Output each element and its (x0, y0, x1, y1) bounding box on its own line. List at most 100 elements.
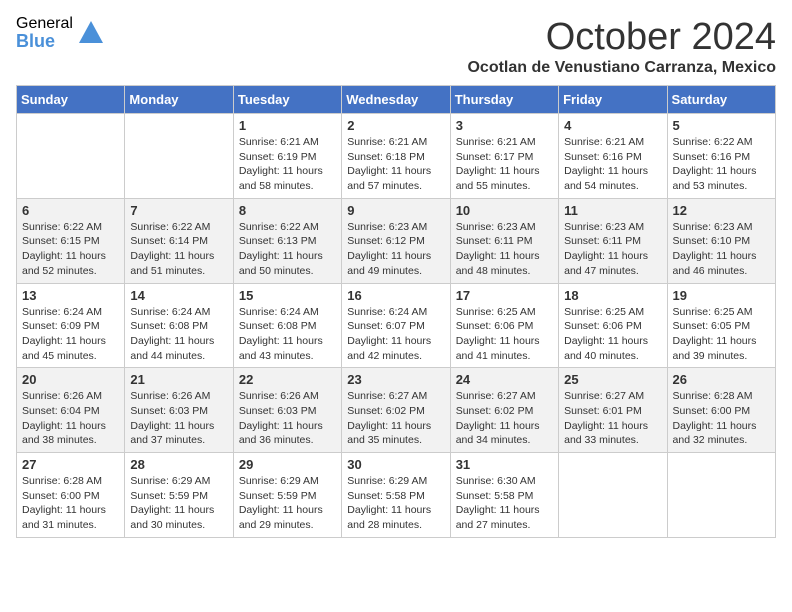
day-number: 11 (564, 203, 661, 218)
calendar-cell (667, 453, 775, 538)
day-info: Sunrise: 6:29 AM Sunset: 5:59 PM Dayligh… (130, 474, 227, 533)
day-info: Sunrise: 6:25 AM Sunset: 6:06 PM Dayligh… (564, 305, 661, 364)
calendar-cell: 16 Sunrise: 6:24 AM Sunset: 6:07 PM Dayli… (342, 283, 450, 368)
calendar-cell: 6Sunrise: 6:22 AM Sunset: 6:15 PM Daylig… (17, 198, 125, 283)
day-info: Sunrise: 6:21 AM Sunset: 6:19 PM Dayligh… (239, 135, 336, 194)
calendar-cell: 12 Sunrise: 6:23 AM Sunset: 6:10 PM Dayli… (667, 198, 775, 283)
calendar-cell: 14 Sunrise: 6:24 AM Sunset: 6:08 PM Dayli… (125, 283, 233, 368)
calendar-cell: 25 Sunrise: 6:27 AM Sunset: 6:01 PM Dayli… (559, 368, 667, 453)
day-info: Sunrise: 6:27 AM Sunset: 6:01 PM Dayligh… (564, 389, 661, 448)
day-number: 8 (239, 203, 336, 218)
title-block: October 2024 Ocotlan de Venustiano Carra… (467, 16, 776, 77)
calendar-cell: 29 Sunrise: 6:29 AM Sunset: 5:59 PM Dayli… (233, 453, 341, 538)
day-info: Sunrise: 6:23 AM Sunset: 6:10 PM Dayligh… (673, 220, 770, 279)
day-info: Sunrise: 6:29 AM Sunset: 5:58 PM Dayligh… (347, 474, 444, 533)
calendar-cell: 30 Sunrise: 6:29 AM Sunset: 5:58 PM Dayli… (342, 453, 450, 538)
day-number: 12 (673, 203, 770, 218)
page-header: General Blue October 2024 Ocotlan de Ven… (16, 16, 776, 77)
day-number: 9 (347, 203, 444, 218)
calendar-cell: 9Sunrise: 6:23 AM Sunset: 6:12 PM Daylig… (342, 198, 450, 283)
day-info: Sunrise: 6:23 AM Sunset: 6:11 PM Dayligh… (564, 220, 661, 279)
day-info: Sunrise: 6:24 AM Sunset: 6:08 PM Dayligh… (130, 305, 227, 364)
logo: General Blue (16, 16, 105, 50)
header-thursday: Thursday (450, 86, 558, 114)
header-row: SundayMondayTuesdayWednesdayThursdayFrid… (17, 86, 776, 114)
logo-icon (77, 19, 105, 47)
day-info: Sunrise: 6:22 AM Sunset: 6:13 PM Dayligh… (239, 220, 336, 279)
day-info: Sunrise: 6:26 AM Sunset: 6:03 PM Dayligh… (130, 389, 227, 448)
header-wednesday: Wednesday (342, 86, 450, 114)
month-title: October 2024 (467, 16, 776, 59)
week-row-4: 27Sunrise: 6:28 AM Sunset: 6:00 PM Dayli… (17, 453, 776, 538)
day-info: Sunrise: 6:22 AM Sunset: 6:15 PM Dayligh… (22, 220, 119, 279)
day-info: Sunrise: 6:21 AM Sunset: 6:17 PM Dayligh… (456, 135, 553, 194)
calendar-body: 1 Sunrise: 6:21 AM Sunset: 6:19 PM Daylig… (17, 114, 776, 538)
logo-general: General (16, 16, 73, 32)
day-info: Sunrise: 6:23 AM Sunset: 6:11 PM Dayligh… (456, 220, 553, 279)
calendar-cell: 10 Sunrise: 6:23 AM Sunset: 6:11 PM Dayli… (450, 198, 558, 283)
calendar-cell: 2 Sunrise: 6:21 AM Sunset: 6:18 PM Daylig… (342, 114, 450, 199)
calendar-cell (559, 453, 667, 538)
day-number: 7 (130, 203, 227, 218)
day-info: Sunrise: 6:28 AM Sunset: 6:00 PM Dayligh… (22, 474, 119, 533)
day-number: 5 (673, 118, 770, 133)
calendar-cell: 15 Sunrise: 6:24 AM Sunset: 6:08 PM Dayli… (233, 283, 341, 368)
calendar-cell: 28 Sunrise: 6:29 AM Sunset: 5:59 PM Dayli… (125, 453, 233, 538)
calendar-cell: 3 Sunrise: 6:21 AM Sunset: 6:17 PM Daylig… (450, 114, 558, 199)
calendar-cell: 5 Sunrise: 6:22 AM Sunset: 6:16 PM Daylig… (667, 114, 775, 199)
subtitle: Ocotlan de Venustiano Carranza, Mexico (467, 59, 776, 77)
day-number: 15 (239, 288, 336, 303)
day-number: 3 (456, 118, 553, 133)
day-info: Sunrise: 6:28 AM Sunset: 6:00 PM Dayligh… (673, 389, 770, 448)
day-number: 28 (130, 457, 227, 472)
day-number: 29 (239, 457, 336, 472)
day-number: 30 (347, 457, 444, 472)
day-info: Sunrise: 6:25 AM Sunset: 6:06 PM Dayligh… (456, 305, 553, 364)
calendar-cell: 23Sunrise: 6:27 AM Sunset: 6:02 PM Dayli… (342, 368, 450, 453)
day-number: 21 (130, 372, 227, 387)
day-info: Sunrise: 6:30 AM Sunset: 5:58 PM Dayligh… (456, 474, 553, 533)
day-number: 4 (564, 118, 661, 133)
day-number: 31 (456, 457, 553, 472)
calendar-cell: 7 Sunrise: 6:22 AM Sunset: 6:14 PM Daylig… (125, 198, 233, 283)
calendar-cell: 31 Sunrise: 6:30 AM Sunset: 5:58 PM Dayli… (450, 453, 558, 538)
calendar-cell: 17 Sunrise: 6:25 AM Sunset: 6:06 PM Dayli… (450, 283, 558, 368)
day-number: 14 (130, 288, 227, 303)
calendar-cell: 27Sunrise: 6:28 AM Sunset: 6:00 PM Dayli… (17, 453, 125, 538)
header-monday: Monday (125, 86, 233, 114)
day-info: Sunrise: 6:29 AM Sunset: 5:59 PM Dayligh… (239, 474, 336, 533)
header-saturday: Saturday (667, 86, 775, 114)
day-info: Sunrise: 6:22 AM Sunset: 6:14 PM Dayligh… (130, 220, 227, 279)
day-number: 22 (239, 372, 336, 387)
calendar: SundayMondayTuesdayWednesdayThursdayFrid… (16, 85, 776, 538)
day-info: Sunrise: 6:24 AM Sunset: 6:08 PM Dayligh… (239, 305, 336, 364)
day-info: Sunrise: 6:21 AM Sunset: 6:18 PM Dayligh… (347, 135, 444, 194)
day-info: Sunrise: 6:22 AM Sunset: 6:16 PM Dayligh… (673, 135, 770, 194)
day-number: 25 (564, 372, 661, 387)
day-number: 13 (22, 288, 119, 303)
day-number: 16 (347, 288, 444, 303)
day-number: 10 (456, 203, 553, 218)
day-info: Sunrise: 6:27 AM Sunset: 6:02 PM Dayligh… (456, 389, 553, 448)
day-info: Sunrise: 6:27 AM Sunset: 6:02 PM Dayligh… (347, 389, 444, 448)
week-row-3: 20Sunrise: 6:26 AM Sunset: 6:04 PM Dayli… (17, 368, 776, 453)
day-number: 20 (22, 372, 119, 387)
calendar-cell (17, 114, 125, 199)
calendar-cell: 22 Sunrise: 6:26 AM Sunset: 6:03 PM Dayli… (233, 368, 341, 453)
day-info: Sunrise: 6:24 AM Sunset: 6:09 PM Dayligh… (22, 305, 119, 364)
day-number: 1 (239, 118, 336, 133)
calendar-cell: 1 Sunrise: 6:21 AM Sunset: 6:19 PM Daylig… (233, 114, 341, 199)
day-number: 2 (347, 118, 444, 133)
day-number: 17 (456, 288, 553, 303)
week-row-2: 13 Sunrise: 6:24 AM Sunset: 6:09 PM Dayli… (17, 283, 776, 368)
calendar-cell: 13 Sunrise: 6:24 AM Sunset: 6:09 PM Dayli… (17, 283, 125, 368)
day-info: Sunrise: 6:21 AM Sunset: 6:16 PM Dayligh… (564, 135, 661, 194)
calendar-cell (125, 114, 233, 199)
day-info: Sunrise: 6:26 AM Sunset: 6:03 PM Dayligh… (239, 389, 336, 448)
calendar-cell: 24Sunrise: 6:27 AM Sunset: 6:02 PM Dayli… (450, 368, 558, 453)
day-info: Sunrise: 6:24 AM Sunset: 6:07 PM Dayligh… (347, 305, 444, 364)
header-tuesday: Tuesday (233, 86, 341, 114)
calendar-cell: 4 Sunrise: 6:21 AM Sunset: 6:16 PM Daylig… (559, 114, 667, 199)
calendar-cell: 26Sunrise: 6:28 AM Sunset: 6:00 PM Dayli… (667, 368, 775, 453)
calendar-cell: 18Sunrise: 6:25 AM Sunset: 6:06 PM Dayli… (559, 283, 667, 368)
